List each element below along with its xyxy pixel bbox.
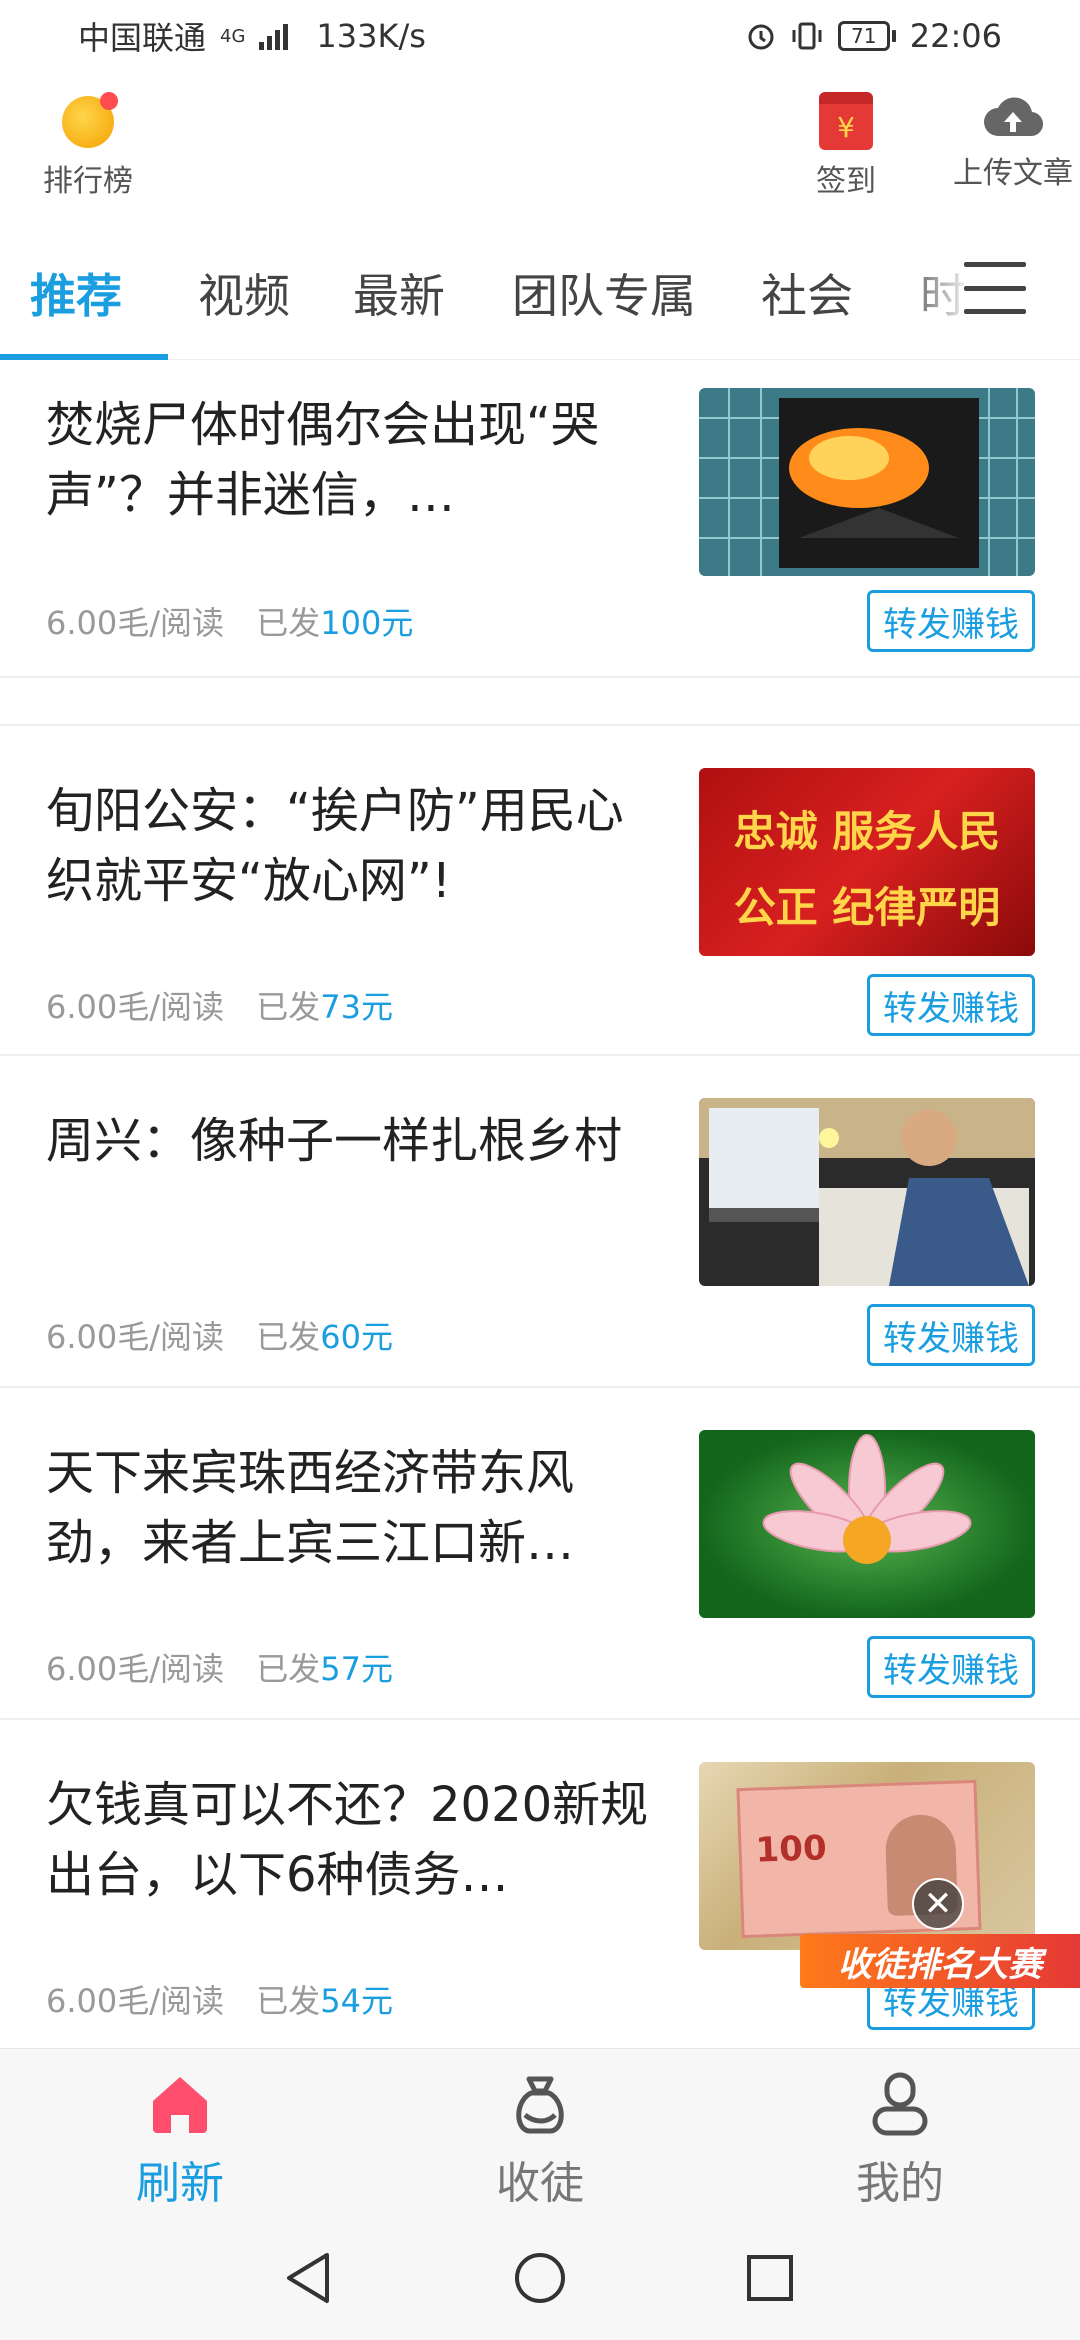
article-thumbnail[interactable]: 忠诚 服务人民 公正 纪律严明 [699, 768, 1035, 956]
nav-refresh[interactable]: 刷新 [80, 2071, 280, 2211]
signin-button[interactable]: ¥ 签到 [796, 92, 896, 200]
tab-video[interactable]: 视频 [198, 260, 290, 326]
earned-prefix: 已发 [256, 988, 321, 1026]
list-item[interactable]: 旬阳公安：“挨户防”用民心织就平安“放心网”! 忠诚 服务人民 公正 纪律严明 … [0, 726, 1080, 1056]
earned-prefix: 已发 [256, 1650, 321, 1688]
red-envelope-icon: ¥ [819, 92, 873, 150]
list-item[interactable]: 欠钱真可以不还？2020新规出台，以下6种债务… 100 6.00毛/阅读 已发… [0, 1720, 1080, 2048]
earned-amount: 60元 [320, 1318, 393, 1356]
promo-banner[interactable]: 收徒排名大赛 [800, 1934, 1080, 1988]
ranking-button[interactable]: 排行榜 [38, 92, 138, 200]
article-meta: 6.00毛/阅读 已发73元 [46, 982, 393, 1028]
share-earn-button[interactable]: 转发赚钱 [867, 1636, 1035, 1698]
tab-team[interactable]: 团队专属 [512, 260, 696, 326]
system-navigation [0, 2218, 1080, 2340]
section-divider [0, 676, 1080, 726]
earned-prefix: 已发 [256, 1982, 321, 2020]
earned-amount: 54元 [320, 1982, 393, 2020]
article-rate: 6.00毛/阅读 [46, 1318, 225, 1356]
earned-amount: 57元 [320, 1650, 393, 1688]
battery-level: 71 [837, 21, 890, 51]
status-left: 中国联通 4G 133K/s [78, 13, 426, 59]
article-meta: 6.00毛/阅读 已发54元 [46, 1976, 393, 2022]
back-icon[interactable] [278, 2248, 338, 2308]
upload-label: 上传文章 [953, 156, 1073, 191]
thumb-caption: 公正 纪律严明 [733, 883, 1001, 932]
share-earn-button[interactable]: 转发赚钱 [867, 974, 1035, 1036]
ranking-label: 排行榜 [43, 164, 133, 199]
network-speed: 133K/s [316, 17, 426, 55]
nav-refresh-label: 刷新 [136, 2158, 224, 2209]
profile-icon [872, 2072, 928, 2136]
earned-prefix: 已发 [256, 604, 321, 642]
nav-mine[interactable]: 我的 [800, 2071, 1000, 2211]
article-thumbnail[interactable] [699, 388, 1035, 576]
article-rate: 6.00毛/阅读 [46, 1650, 225, 1688]
medal-icon [62, 92, 118, 148]
list-item[interactable]: 周兴：像种子一样扎根乡村 6.00毛/阅读 已发60元 转发赚钱 [0, 1056, 1080, 1388]
share-earn-button[interactable]: 转发赚钱 [867, 590, 1035, 652]
network-type: 4G [220, 25, 246, 47]
home-circle-icon[interactable] [510, 2248, 570, 2308]
tab-recommend[interactable]: 推荐 [30, 260, 122, 326]
list-item[interactable]: 天下来宾珠西经济带东风劲，来者上宾三江口新… 6.00毛/阅读 已发57元 转发… [0, 1388, 1080, 1720]
status-bar: 中国联通 4G 133K/s 71 22:06 [0, 0, 1080, 72]
active-tab-indicator [0, 354, 168, 360]
article-title[interactable]: 天下来宾珠西经济带东风劲，来者上宾三江口新… [46, 1438, 656, 1578]
article-thumbnail[interactable] [699, 1098, 1035, 1286]
carrier-name: 中国联通 [78, 19, 207, 57]
article-meta: 6.00毛/阅读 已发57元 [46, 1644, 393, 1690]
article-meta: 6.00毛/阅读 已发100元 [46, 598, 413, 644]
battery-icon: 71 [837, 21, 896, 51]
article-thumbnail[interactable] [699, 1430, 1035, 1618]
article-rate: 6.00毛/阅读 [46, 988, 225, 1026]
tab-latest[interactable]: 最新 [353, 260, 445, 326]
status-right: 71 22:06 [746, 17, 1002, 55]
menu-icon[interactable] [964, 262, 1026, 314]
category-tabs: 推荐 视频 最新 团队专属 社会 时 [0, 240, 1080, 360]
article-meta: 6.00毛/阅读 已发60元 [46, 1312, 393, 1358]
article-title[interactable]: 周兴：像种子一样扎根乡村 [46, 1106, 656, 1176]
banknote-value: 100 [754, 1828, 828, 1871]
top-action-bar: 排行榜 ¥ 签到 上传文章 [0, 82, 1080, 212]
close-icon[interactable]: ✕ [912, 1878, 964, 1930]
upload-article-button[interactable]: 上传文章 [928, 92, 1080, 192]
signal-icon [259, 22, 289, 50]
signin-label: 签到 [816, 164, 876, 199]
article-thumbnail[interactable]: 100 [699, 1762, 1035, 1950]
clock: 22:06 [909, 17, 1002, 55]
cloud-upload-icon [984, 97, 1044, 137]
list-item[interactable]: 焚烧尸体时偶尔会出现“哭声”？并非迷信，… 6.00毛/阅读 已发100元 转发… [0, 362, 1080, 676]
article-title[interactable]: 欠钱真可以不还？2020新规出台，以下6种债务… [46, 1770, 656, 1910]
alarm-icon [748, 24, 774, 50]
earned-amount: 100元 [320, 604, 414, 642]
vibrate-icon [792, 22, 822, 50]
article-title[interactable]: 旬阳公安：“挨户防”用民心织就平安“放心网”! [46, 776, 656, 916]
share-earn-button[interactable]: 转发赚钱 [867, 1304, 1035, 1366]
bag-icon [516, 2076, 564, 2134]
recents-icon[interactable] [740, 2248, 800, 2308]
bottom-navigation: 刷新 收徒 我的 [0, 2048, 1080, 2218]
earned-prefix: 已发 [256, 1318, 321, 1356]
article-rate: 6.00毛/阅读 [46, 604, 225, 642]
nav-mine-label: 我的 [856, 2158, 944, 2209]
earned-amount: 73元 [320, 988, 393, 1026]
article-rate: 6.00毛/阅读 [46, 1982, 225, 2020]
home-icon [153, 2077, 207, 2133]
thumb-caption: 忠诚 服务人民 [733, 807, 1001, 856]
article-title[interactable]: 焚烧尸体时偶尔会出现“哭声”？并非迷信，… [46, 390, 656, 530]
nav-apprentice[interactable]: 收徒 [440, 2071, 640, 2211]
tab-society[interactable]: 社会 [761, 260, 853, 326]
nav-apprentice-label: 收徒 [496, 2158, 584, 2209]
